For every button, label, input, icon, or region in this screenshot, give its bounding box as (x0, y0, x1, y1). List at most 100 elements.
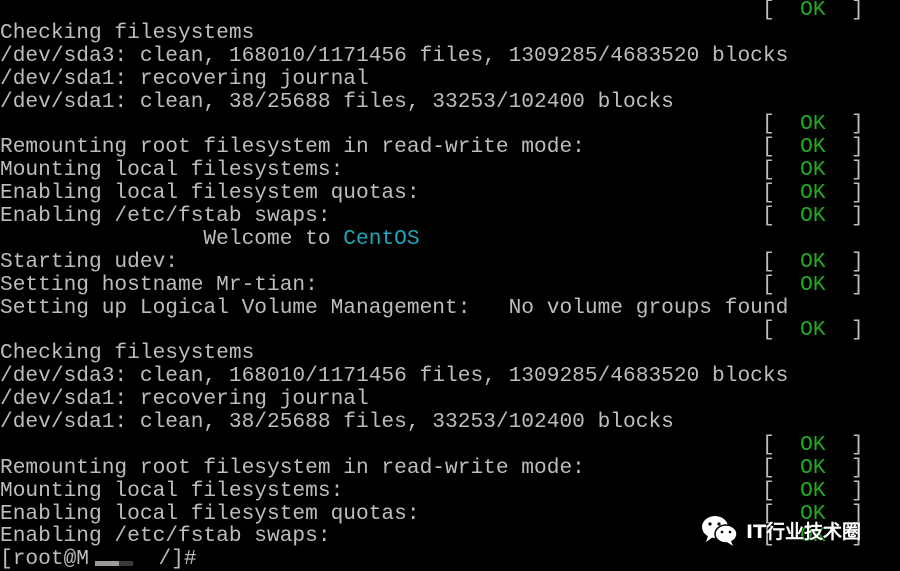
line-text: Mounting local filesystems: (0, 159, 343, 182)
line-text: /dev/sda1: recovering journal (0, 66, 369, 91)
line-text: /dev/sda1: clean, 38/25688 files, 33253/… (0, 89, 674, 114)
console-line: /dev/sda3: clean, 168010/1171456 files, … (0, 365, 900, 388)
status-ok-badge: [ OK ] (762, 432, 864, 457)
status-bracket-open: [ (762, 112, 775, 137)
line-message: /dev/sda3: clean, 168010/1171456 files, … (0, 364, 789, 389)
terminal-console[interactable]: [ OK ] Checking filesystems/dev/sda3: cle… (0, 0, 900, 571)
status-bracket-close: ] (851, 272, 864, 297)
status-ok-badge: [ OK ] (762, 249, 864, 274)
line-message: Enabling /etc/fstab swaps: (0, 524, 331, 549)
status-bracket-close: ] (851, 249, 864, 274)
line-text: Welcome to CentOS (0, 226, 420, 251)
status-ok-badge: [ OK ] (762, 205, 864, 228)
watermark-text: IT行业技术圈 (746, 520, 862, 543)
line-text: /dev/sda1: clean, 38/25688 files, 33253/… (0, 411, 674, 434)
shell-prompt[interactable]: [root@M /]# (0, 548, 197, 571)
status-ok-badge: [ OK ] (762, 159, 864, 182)
status-bracket-close: ] (851, 181, 864, 206)
line-text: Checking filesystems (0, 342, 254, 365)
line-message: /dev/sda1: clean, 38/25688 files, 33253/… (0, 410, 674, 435)
line-message: Mounting local filesystems: (0, 158, 344, 183)
line-message: Checking filesystems (0, 20, 255, 45)
line-message: Enabling local filesystem quotas: (0, 501, 420, 526)
console-line: [ OK ] (0, 0, 900, 22)
status-ok-label: OK (800, 318, 826, 343)
status-bracket-open: [ (762, 272, 775, 297)
line-message: Mounting local filesystems: (0, 478, 344, 503)
status-ok-label: OK (800, 204, 826, 229)
line-message: /dev/sda1: recovering journal (0, 66, 369, 91)
status-bracket-open: [ (762, 158, 775, 183)
console-line: /dev/sda1: clean, 38/25688 files, 33253/… (0, 89, 900, 114)
console-line: [ OK ] (0, 432, 900, 457)
status-ok-label: OK (800, 272, 826, 297)
status-bracket-open: [ (762, 455, 775, 480)
console-line: /dev/sda3: clean, 168010/1171456 files, … (0, 43, 900, 68)
console-line: Checking filesystems (0, 342, 900, 365)
status-ok-label: OK (800, 478, 826, 503)
shell-prompt-line[interactable]: [root@M /]# (0, 548, 900, 571)
status-ok-label: OK (800, 158, 826, 183)
console-line: Mounting local filesystems: [ OK ] (0, 478, 900, 503)
status-bracket-open: [ (762, 0, 775, 22)
prompt-suffix: /]# (133, 547, 197, 571)
console-line: Enabling local filesystem quotas: [ OK ] (0, 182, 900, 205)
console-line: [ OK ] (0, 113, 900, 136)
status-ok-label: OK (800, 432, 826, 457)
console-line: /dev/sda1: recovering journal (0, 66, 900, 91)
line-message: /dev/sda1: recovering journal (0, 387, 369, 412)
wechat-icon (702, 516, 738, 546)
redacted-hostname-block (95, 561, 134, 567)
line-message: Welcome to (0, 226, 344, 251)
line-message: Starting udev: (0, 249, 179, 274)
line-text: Remounting root filesystem in read-write… (0, 455, 585, 480)
console-line: Setting hostname Mr-tian: [ OK ] (0, 272, 900, 297)
console-line: Setting up Logical Volume Management: No… (0, 295, 900, 320)
console-line: Remounting root filesystem in read-write… (0, 455, 900, 480)
watermark: IT行业技术圈 (700, 512, 861, 548)
status-ok-badge: [ OK ] (762, 0, 864, 22)
line-text: /dev/sda1: recovering journal (0, 388, 369, 411)
console-line: Welcome to CentOS (0, 226, 900, 251)
distro-name: CentOS (343, 226, 420, 251)
line-message: Enabling /etc/fstab swaps: (0, 204, 331, 229)
status-bracket-open: [ (762, 432, 775, 457)
status-ok-badge: [ OK ] (762, 113, 864, 136)
line-text: Enabling /etc/fstab swaps: (0, 525, 331, 548)
status-bracket-close: ] (851, 432, 864, 457)
status-bracket-open: [ (762, 249, 775, 274)
status-ok-badge: [ OK ] (762, 319, 864, 342)
status-bracket-close: ] (851, 135, 864, 160)
status-bracket-close: ] (851, 0, 864, 22)
line-message: Remounting root filesystem in read-write… (0, 135, 585, 160)
status-ok-badge: [ OK ] (762, 136, 864, 159)
status-bracket-open: [ (762, 135, 775, 160)
status-ok-label: OK (800, 0, 826, 22)
console-line: /dev/sda1: recovering journal (0, 388, 900, 411)
status-ok-badge: [ OK ] (762, 272, 864, 297)
console-line: [ OK ] (0, 319, 900, 342)
status-bracket-open: [ (762, 204, 775, 229)
console-line: Mounting local filesystems: [ OK ] (0, 159, 900, 182)
line-text: Mounting local filesystems: (0, 478, 344, 503)
status-ok-badge: [ OK ] (762, 478, 864, 503)
status-ok-label: OK (800, 135, 826, 160)
status-bracket-open: [ (762, 478, 775, 503)
line-text: Setting hostname Mr-tian: (0, 273, 318, 297)
line-text: Starting udev: (0, 249, 179, 274)
line-text: Setting up Logical Volume Management: No… (0, 295, 789, 320)
status-bracket-open: [ (762, 181, 775, 206)
line-text: Remounting root filesystem in read-write… (0, 136, 585, 159)
line-message: /dev/sda3: clean, 168010/1171456 files, … (0, 43, 789, 68)
line-message: /dev/sda1: clean, 38/25688 files, 33253/… (0, 89, 674, 114)
status-bracket-close: ] (851, 158, 864, 183)
line-message: Setting up Logical Volume Management: No… (0, 295, 789, 320)
status-ok-label: OK (800, 181, 826, 206)
status-bracket-close: ] (851, 318, 864, 343)
console-line: Enabling /etc/fstab swaps: [ OK ] (0, 205, 900, 228)
console-line: /dev/sda1: clean, 38/25688 files, 33253/… (0, 411, 900, 434)
line-message: Remounting root filesystem in read-write… (0, 455, 585, 480)
line-text: Checking filesystems (0, 20, 255, 45)
line-text: Enabling local filesystem quotas: (0, 501, 420, 526)
status-bracket-close: ] (851, 204, 864, 229)
